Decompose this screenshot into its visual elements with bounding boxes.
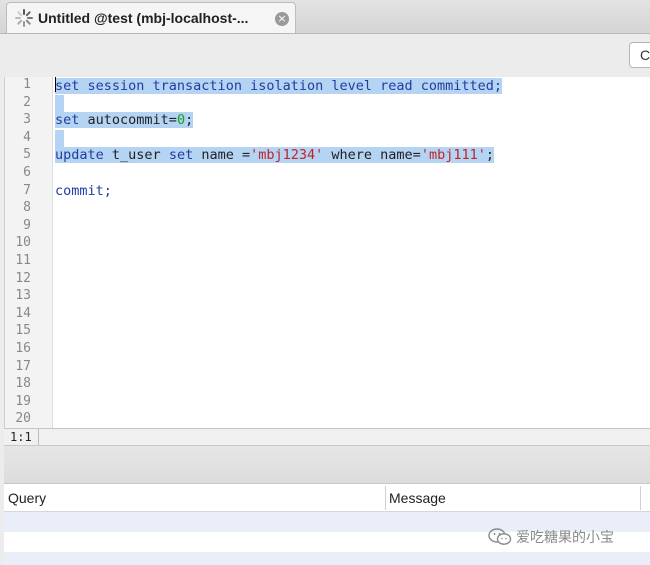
line-number: 3 bbox=[23, 112, 31, 128]
code-line-7[interactable]: commit; bbox=[55, 183, 112, 201]
line-number: 20 bbox=[15, 411, 31, 427]
line-number: 4 bbox=[23, 129, 31, 145]
results-toolbar bbox=[4, 445, 650, 484]
line-number: 18 bbox=[15, 376, 31, 392]
watermark: 爱吃糖果的小宝 bbox=[488, 527, 614, 547]
tab-title: Untitled @test (mbj-localhost-... bbox=[38, 10, 249, 26]
line-number: 16 bbox=[15, 341, 31, 356]
line-number: 2 bbox=[23, 94, 31, 110]
line-number: 10 bbox=[15, 235, 31, 251]
column-header-query[interactable]: Query bbox=[8, 490, 46, 506]
sql-text: where name= bbox=[323, 147, 421, 164]
line-number: 13 bbox=[15, 288, 31, 304]
sql-editor[interactable]: 1 2 3 4 5 6 7 8 9 10 11 12 13 14 15 16 1… bbox=[4, 77, 650, 428]
sql-string: 'mbj1234' bbox=[250, 147, 324, 164]
editor-status-bar: 1:1 bbox=[4, 428, 650, 445]
sql-text: name = bbox=[193, 147, 251, 164]
column-header-message[interactable]: Message bbox=[389, 490, 446, 506]
column-divider[interactable] bbox=[385, 486, 386, 510]
query-tab[interactable]: Untitled @test (mbj-localhost-... × bbox=[6, 2, 296, 33]
line-number: 7 bbox=[23, 182, 31, 198]
sql-text: session transaction isolation level read… bbox=[79, 78, 503, 94]
sql-keyword: set bbox=[55, 78, 80, 94]
code-line-1[interactable]: set session transaction isolation level … bbox=[55, 77, 503, 95]
line-number: 12 bbox=[15, 270, 31, 286]
sql-text: autocommit= bbox=[79, 112, 177, 129]
toolbar: C bbox=[0, 34, 650, 77]
status-divider bbox=[38, 429, 39, 445]
close-tab-icon[interactable]: × bbox=[275, 12, 289, 26]
line-number: 14 bbox=[15, 305, 31, 321]
sql-number: 0 bbox=[176, 112, 186, 129]
table-row[interactable] bbox=[4, 552, 650, 565]
results-header: Query Message bbox=[4, 484, 650, 512]
sql-string: 'mbj111' bbox=[420, 147, 486, 164]
line-number: 6 bbox=[23, 165, 31, 180]
sql-text: t_user bbox=[103, 147, 169, 164]
sql-keyword: update bbox=[55, 147, 104, 164]
column-divider[interactable] bbox=[640, 486, 641, 510]
selection-blank-line bbox=[55, 94, 64, 113]
code-line-3[interactable]: set autocommit=0; bbox=[55, 112, 194, 130]
line-number-gutter: 1 2 3 4 5 6 7 8 9 10 11 12 13 14 15 16 1… bbox=[5, 77, 53, 428]
wechat-icon bbox=[488, 528, 512, 545]
line-number: 17 bbox=[15, 358, 31, 374]
line-number: 15 bbox=[15, 323, 31, 339]
sql-text: ; bbox=[185, 112, 194, 129]
line-number: 19 bbox=[15, 393, 31, 409]
sql-keyword: set bbox=[55, 112, 80, 129]
sql-keyword: set bbox=[168, 147, 194, 164]
line-number: 5 bbox=[23, 147, 31, 163]
line-number: 1 bbox=[23, 77, 31, 92]
loading-spinner-icon bbox=[15, 9, 33, 27]
line-number: 8 bbox=[23, 200, 31, 216]
results-table: Query Message bbox=[4, 484, 650, 565]
selection-blank-line bbox=[55, 129, 64, 148]
code-line-5[interactable]: update t_user set name ='mbj1234' where … bbox=[55, 147, 494, 165]
watermark-text: 爱吃糖果的小宝 bbox=[516, 530, 614, 546]
tab-bar: Untitled @test (mbj-localhost-... × bbox=[0, 0, 650, 34]
sql-text: ; bbox=[485, 147, 494, 164]
cursor-position: 1:1 bbox=[10, 430, 32, 444]
line-number: 11 bbox=[15, 253, 31, 268]
toolbar-button[interactable]: C bbox=[629, 42, 650, 68]
line-number: 9 bbox=[23, 217, 31, 233]
